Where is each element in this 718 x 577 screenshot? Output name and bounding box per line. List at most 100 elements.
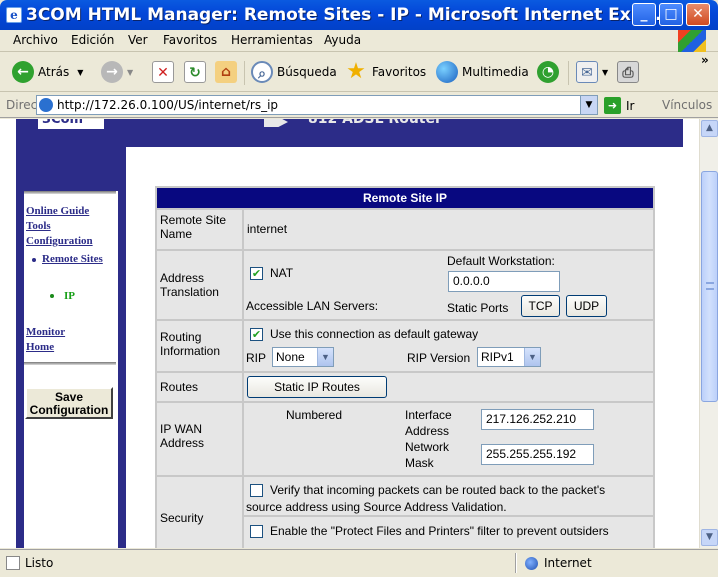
history-button[interactable]: ◔	[537, 60, 563, 84]
numbered-label: Numbered	[286, 408, 343, 422]
stop-icon: ✕	[152, 61, 174, 83]
label-line: Interface	[405, 408, 452, 422]
page-viewport: 3Com 812 ADSL Router Online Guide Tools …	[0, 119, 699, 548]
home-icon: ⌂	[215, 61, 237, 83]
chevron-down-icon: ▼	[524, 348, 540, 366]
toolbar-separator-2	[568, 61, 569, 85]
zone-label: Internet	[544, 556, 592, 570]
ip-wan-address-cell: Numbered Interface Address 217.126.252.2…	[244, 403, 653, 475]
security-filter-cell: Enable the "Protect Files and Printers" …	[244, 517, 653, 548]
go-button[interactable]: ➜ Ir	[604, 97, 634, 114]
scroll-up-icon[interactable]: ▲	[701, 120, 718, 137]
label-line: Address	[405, 424, 450, 438]
menu-archivo[interactable]: Archivo	[13, 33, 58, 47]
links-button[interactable]: Vínculos	[662, 98, 712, 112]
protect-files-checkbox[interactable]	[250, 525, 263, 538]
address-dropdown-icon[interactable]: ▼	[580, 96, 597, 114]
status-text: Listo	[25, 556, 54, 570]
status-separator	[515, 553, 517, 573]
address-input[interactable]: http://172.26.0.100/US/internet/rs_ip ▼	[36, 95, 598, 115]
maximize-button[interactable]: □	[659, 3, 683, 26]
tcp-button[interactable]: TCP	[521, 295, 560, 317]
product-name: 812 ADSL Router	[308, 119, 442, 127]
menu-favoritos[interactable]: Favoritos	[163, 33, 217, 47]
go-arrow-icon: ➜	[604, 97, 621, 114]
nav-monitor[interactable]: Monitor	[26, 326, 65, 338]
mail-dropdown-icon[interactable]: ▼	[602, 68, 608, 77]
label-line: Information	[160, 344, 221, 358]
save-label-2: Configuration	[29, 403, 109, 417]
chevron-down-icon: ▼	[317, 348, 333, 366]
toolbar: ← Atrás ▼ → ▼ ✕ ↻ ⌂ ⌕ Búsqueda ★ Favorit…	[0, 53, 718, 92]
close-button[interactable]: ✕	[686, 3, 710, 26]
ie-page-icon[interactable]: e	[6, 7, 22, 23]
menu-edicion[interactable]: Edición	[71, 33, 114, 47]
nav-home[interactable]: Home	[26, 341, 54, 353]
nav-remote-sites[interactable]: Remote Sites	[42, 253, 103, 265]
home-button[interactable]: ⌂	[215, 60, 241, 84]
minimize-button[interactable]: _	[632, 3, 656, 26]
favorites-label: Favoritos	[372, 65, 427, 79]
print-button[interactable]: ⎙	[617, 60, 643, 84]
nav-ip[interactable]: IP	[64, 290, 75, 302]
media-icon	[436, 61, 458, 83]
back-dropdown-icon[interactable]: ▼	[77, 68, 83, 77]
mail-button[interactable]: ✉ ▼	[576, 60, 608, 84]
scroll-down-icon[interactable]: ▼	[701, 529, 718, 546]
label-line: Name	[160, 227, 193, 241]
nat-label: NAT	[270, 266, 294, 280]
media-label: Multimedia	[462, 65, 529, 79]
save-configuration-button[interactable]: Save Configuration	[25, 387, 113, 419]
security-verify-cell: Verify that incoming packets can be rout…	[244, 477, 653, 515]
network-mask-input[interactable]: 255.255.255.192	[481, 444, 594, 465]
nav-configuration[interactable]: Configuration	[26, 235, 93, 247]
interface-address-input[interactable]: 217.126.252.210	[481, 409, 594, 430]
forward-button[interactable]: → ▼	[101, 60, 133, 84]
media-button[interactable]: Multimedia	[436, 60, 529, 84]
forward-dropdown-icon[interactable]: ▼	[127, 68, 133, 77]
network-mask-label: Network Mask	[405, 439, 449, 471]
3com-logo: 3Com	[38, 119, 104, 129]
menu-herramientas[interactable]: Herramientas	[231, 33, 313, 47]
default-gateway-checkbox[interactable]: ✔	[250, 328, 263, 341]
nat-checkbox[interactable]: ✔	[250, 267, 263, 280]
remote-site-name-value: internet	[247, 222, 288, 236]
menu-ayuda[interactable]: Ayuda	[324, 33, 361, 47]
label-line: Network	[405, 440, 450, 454]
protect-files-label-1: Enable the "Protect Files and Printers" …	[270, 524, 609, 538]
menu-ver[interactable]: Ver	[128, 33, 148, 47]
favorites-star-icon: ★	[346, 59, 366, 84]
remote-site-name-cell: internet	[244, 210, 653, 249]
toolbar-chevron-icon[interactable]: »	[701, 53, 709, 67]
refresh-button[interactable]: ↻	[184, 60, 210, 84]
favorites-button[interactable]: ★ Favoritos	[344, 60, 426, 84]
back-button[interactable]: ← Atrás ▼	[12, 60, 83, 84]
label-line: Address	[160, 436, 205, 450]
search-label: Búsqueda	[277, 65, 337, 79]
udp-button[interactable]: UDP	[566, 295, 607, 317]
source-validation-checkbox[interactable]	[250, 484, 263, 497]
rip-select[interactable]: None ▼	[272, 347, 334, 367]
form-title: Remote Site IP	[157, 188, 653, 208]
windows-logo-icon	[678, 30, 706, 52]
search-button[interactable]: ⌕ Búsqueda	[251, 60, 337, 84]
refresh-icon: ↻	[184, 61, 206, 83]
stop-button[interactable]: ✕	[152, 60, 178, 84]
vertical-scrollbar[interactable]: ▲ ▼	[699, 119, 718, 548]
scrollbar-thumb[interactable]	[701, 171, 718, 402]
nav-tools[interactable]: Tools	[26, 220, 51, 232]
nav-online-guide[interactable]: Online Guide	[26, 205, 89, 217]
nav-divider-2	[24, 362, 116, 365]
router-banner: 3Com 812 ADSL Router	[16, 119, 683, 147]
rip-version-select[interactable]: RIPv1 ▼	[477, 347, 541, 367]
interface-address-label: Interface Address	[405, 407, 452, 439]
rip-version-label: RIP Version	[407, 351, 471, 365]
history-icon: ◔	[537, 61, 559, 83]
nav-bullet-icon	[32, 258, 36, 262]
default-workstation-input[interactable]: 0.0.0.0	[448, 271, 560, 292]
static-ip-routes-button[interactable]: Static IP Routes	[247, 376, 387, 398]
rip-select-value: None	[276, 350, 305, 364]
address-translation-cell: ✔ NAT Default Workstation: 0.0.0.0 Acces…	[244, 251, 653, 319]
rip-version-select-value: RIPv1	[481, 350, 514, 364]
label-line: Translation	[160, 285, 219, 299]
